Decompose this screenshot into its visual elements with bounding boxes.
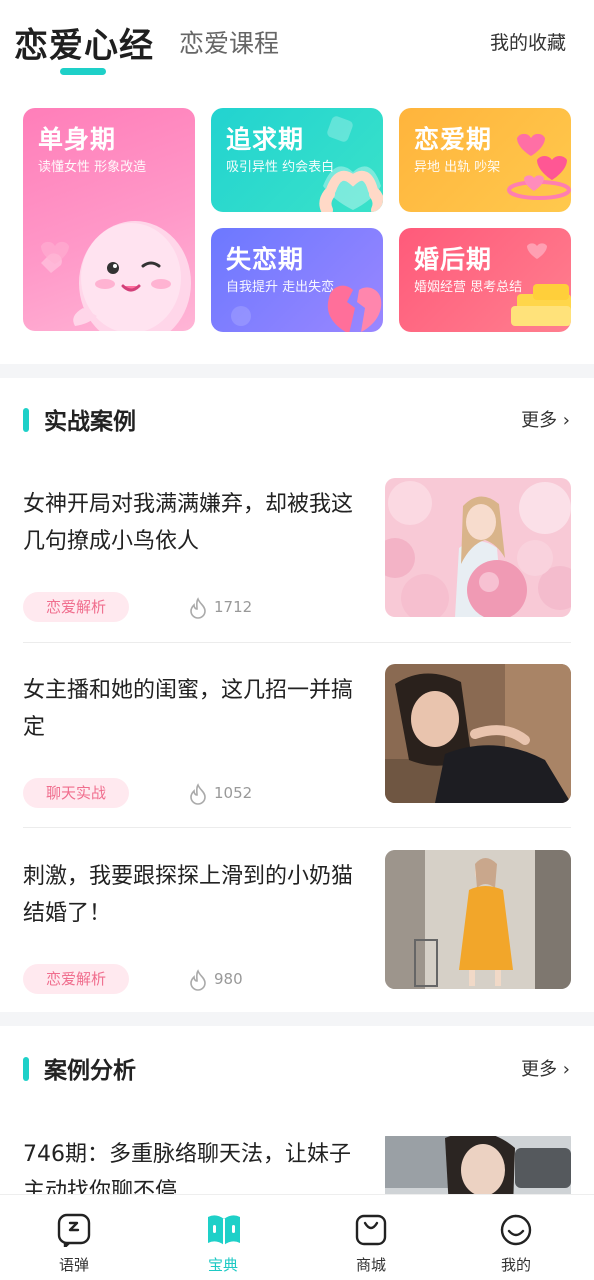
section-header-cases: 实战案例 更多 › bbox=[0, 398, 594, 438]
tab-love-tips[interactable]: 恋爱心经 bbox=[14, 18, 154, 67]
nav-label: 商城 bbox=[355, 1256, 386, 1274]
photo-girl-street bbox=[385, 1136, 571, 1194]
flame-icon bbox=[190, 969, 206, 991]
more-cases-link[interactable]: 更多 › bbox=[521, 406, 570, 432]
section-separator bbox=[0, 1012, 594, 1026]
nav-item-mall[interactable]: 商城 bbox=[326, 1195, 416, 1280]
article-tag: 恋爱解析 bbox=[23, 964, 129, 994]
nav-item-profile[interactable]: 我的 bbox=[471, 1195, 561, 1280]
top-header: 恋爱心经 恋爱课程 我的收藏 bbox=[0, 0, 594, 90]
sofa-icon bbox=[511, 243, 571, 326]
smiley-face-icon bbox=[500, 1214, 532, 1246]
nav-label: 宝典 bbox=[207, 1256, 238, 1274]
article-row[interactable]: 女神开局对我满满嫌弃，却被我这几句撩成小鸟依人 恋爱解析 1712 bbox=[0, 478, 594, 626]
broken-heart-icon bbox=[231, 285, 382, 332]
view-count: 1712 bbox=[214, 598, 253, 616]
article-title: 女神开局对我满满嫌弃，却被我这几句撩成小鸟依人 bbox=[23, 492, 354, 554]
article-row[interactable]: 刺激，我要跟探探上滑到的小奶猫结婚了！ 恋爱解析 980 bbox=[0, 850, 594, 998]
view-count: 980 bbox=[214, 970, 243, 988]
book-icon bbox=[208, 1215, 240, 1245]
section-header-analysis: 案例分析 更多 › bbox=[0, 1047, 594, 1087]
article-thumbnail bbox=[385, 1136, 571, 1194]
article-title: 746期：多重脉络聊天法，让妹子主动找你聊不停 bbox=[23, 1142, 351, 1194]
row-divider bbox=[23, 642, 571, 643]
article-thumbnail bbox=[385, 850, 571, 989]
view-count: 1052 bbox=[214, 784, 253, 802]
section-accent-bar bbox=[23, 408, 29, 432]
heart-hands-icon bbox=[319, 116, 383, 212]
nav-item-handbook[interactable]: 宝典 bbox=[178, 1195, 268, 1280]
nav-label: 我的 bbox=[500, 1256, 531, 1274]
article-row[interactable]: 女主播和她的闺蜜，这几招一并搞定 聊天实战 1052 bbox=[0, 664, 594, 812]
hearts-ring-icon bbox=[507, 133, 571, 200]
analysis-article-row[interactable]: 746期：多重脉络聊天法，让妹子主动找你聊不停 bbox=[0, 1136, 594, 1194]
row-divider bbox=[23, 827, 571, 828]
stage-card-married[interactable]: 婚后期 婚姻经营 思考总结 bbox=[399, 228, 571, 332]
flame-icon bbox=[190, 597, 206, 619]
section-accent-bar bbox=[23, 1057, 29, 1081]
photo-girl-pink-balloons bbox=[385, 478, 571, 617]
active-tab-indicator bbox=[60, 68, 106, 75]
nav-label: 语弹 bbox=[58, 1256, 89, 1274]
article-title: 刺激，我要跟探探上滑到的小奶猫结婚了！ bbox=[23, 864, 354, 926]
tab-love-courses[interactable]: 恋爱课程 bbox=[179, 24, 279, 60]
section-separator bbox=[0, 364, 594, 378]
photo-girl-lying-down bbox=[385, 664, 571, 803]
section-title: 案例分析 bbox=[44, 1058, 136, 1084]
stage-card-in-love[interactable]: 恋爱期 异地 出轨 吵架 bbox=[399, 108, 571, 212]
section-title: 实战案例 bbox=[44, 409, 136, 435]
shopping-bag-icon bbox=[355, 1214, 387, 1246]
more-analysis-link[interactable]: 更多 › bbox=[521, 1055, 570, 1081]
article-tag: 聊天实战 bbox=[23, 778, 129, 808]
article-thumbnail bbox=[385, 664, 571, 803]
flame-icon bbox=[190, 783, 206, 805]
article-thumbnail bbox=[385, 478, 571, 617]
chat-bubble-icon bbox=[57, 1213, 91, 1247]
bottom-navigation: 语弹 宝典 商城 我的 bbox=[0, 1194, 594, 1280]
photo-girl-yellow-dress bbox=[385, 850, 571, 989]
stage-card-breakup[interactable]: 失恋期 自我提升 走出失恋 bbox=[211, 228, 383, 332]
nav-item-quotes[interactable]: 语弹 bbox=[29, 1195, 119, 1280]
article-tag: 恋爱解析 bbox=[23, 592, 129, 622]
cute-blob-mascot-icon bbox=[41, 221, 191, 331]
my-favorites-link[interactable]: 我的收藏 bbox=[490, 28, 566, 55]
article-title: 女主播和她的闺蜜，这几招一并搞定 bbox=[23, 678, 354, 740]
stage-card-single[interactable]: 单身期 读懂女性 形象改造 bbox=[23, 108, 195, 331]
stage-card-pursuit[interactable]: 追求期 吸引异性 约会表白 bbox=[211, 108, 383, 212]
